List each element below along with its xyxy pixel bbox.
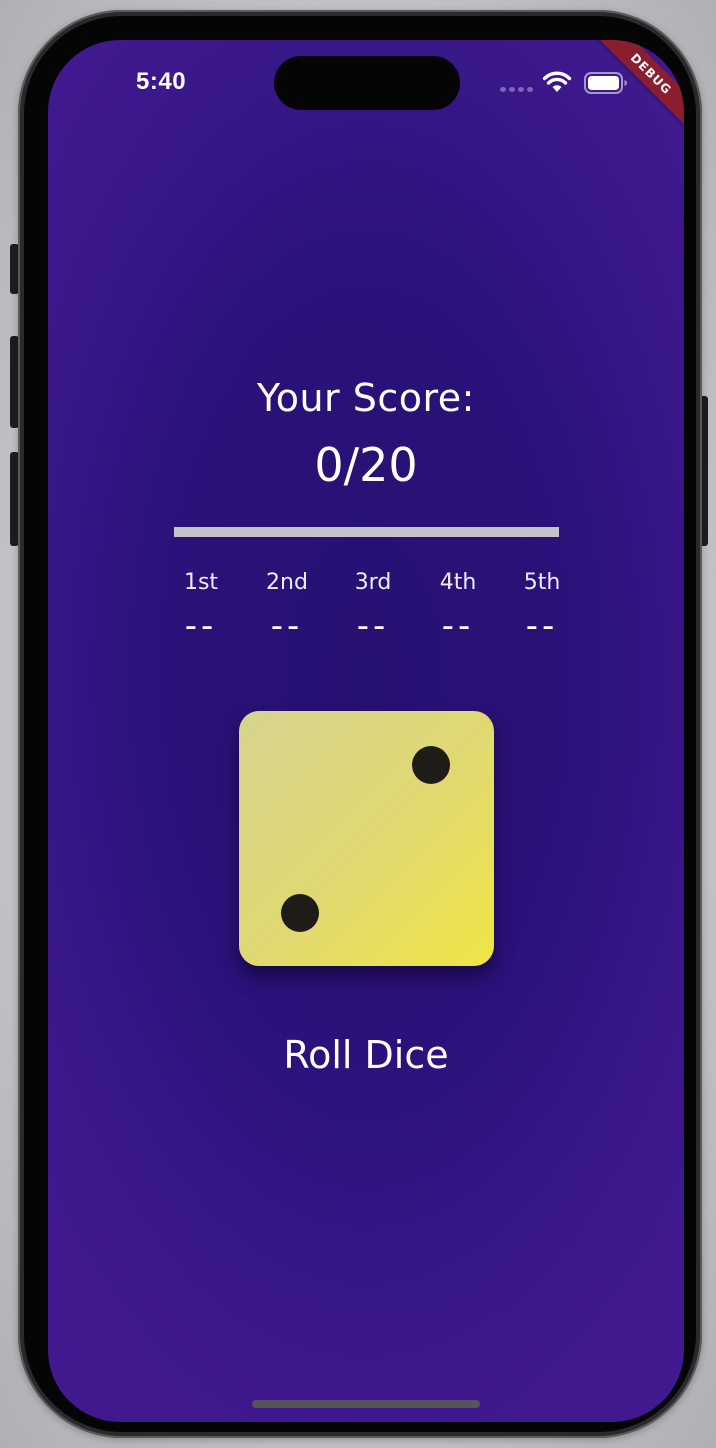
round-label: 2nd (266, 570, 308, 595)
roll-dice-button[interactable]: Roll Dice (256, 1026, 476, 1084)
round-1: 1st -- (166, 570, 236, 643)
round-results: 1st -- 2nd -- 3rd -- 4th -- 5th -- (166, 570, 566, 650)
phone-bezel: 5:40 DEBUG Your Score: 0/20 1st -- 2nd -… (24, 16, 696, 1432)
round-5: 5th -- (507, 570, 577, 643)
round-label: 3rd (354, 570, 392, 595)
dice-pip (281, 894, 319, 932)
round-3: 3rd -- (338, 570, 408, 643)
device-frame-stage: 5:40 DEBUG Your Score: 0/20 1st -- 2nd -… (0, 0, 716, 1448)
round-label: 4th (439, 570, 477, 595)
home-indicator[interactable] (252, 1400, 480, 1408)
dice-two-icon[interactable] (239, 711, 494, 966)
round-value: -- (184, 606, 218, 646)
round-value: -- (356, 606, 390, 646)
phone-body: 5:40 DEBUG Your Score: 0/20 1st -- 2nd -… (18, 10, 702, 1438)
round-2: 2nd -- (252, 570, 322, 643)
dice-game-content: Your Score: 0/20 1st -- 2nd -- 3rd -- 4t… (48, 40, 684, 1422)
round-value: -- (441, 606, 475, 646)
round-4: 4th -- (423, 570, 493, 643)
score-label: Your Score: (257, 376, 475, 420)
round-label: 5th (523, 570, 561, 595)
score-progress-bar (174, 527, 559, 537)
app-screen: 5:40 DEBUG Your Score: 0/20 1st -- 2nd -… (48, 40, 684, 1422)
round-value: -- (270, 606, 304, 646)
dice-pip (412, 746, 450, 784)
round-label: 1st (183, 570, 219, 595)
score-value: 0/20 (314, 438, 418, 492)
round-value: -- (525, 606, 559, 646)
